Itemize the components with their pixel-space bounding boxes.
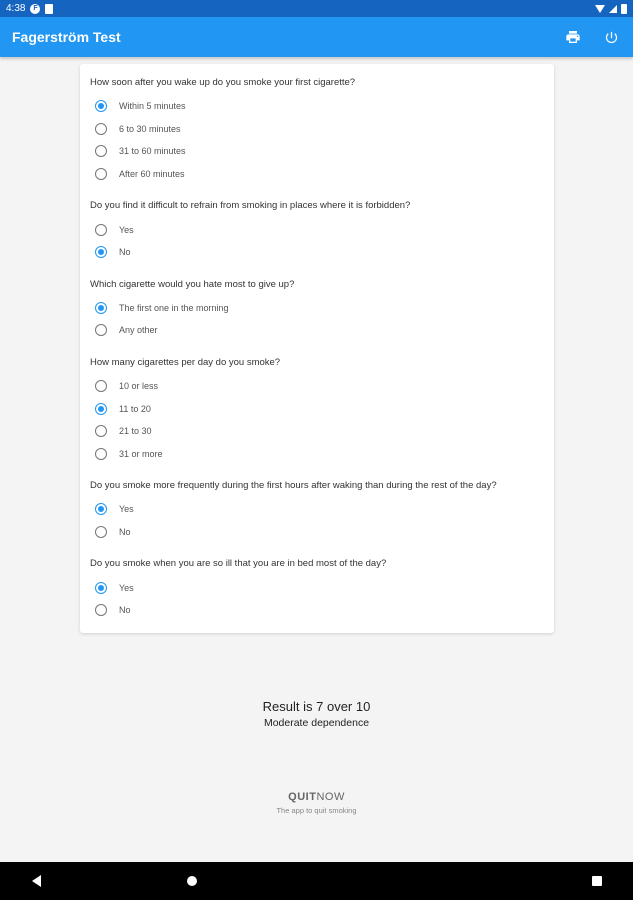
radio-unchecked-icon[interactable] — [95, 425, 107, 438]
option-label: 10 or less — [119, 381, 159, 392]
option-label: 31 or more — [119, 448, 163, 459]
question-group: Which cigarette would you hate most to g… — [90, 278, 544, 342]
radio-checked-icon[interactable] — [95, 301, 107, 314]
question-text: Do you smoke when you are so ill that yo… — [90, 558, 387, 570]
radio-option[interactable]: The first one in the morning — [90, 297, 544, 320]
option-label: After 60 minutes — [119, 169, 185, 180]
option-label: 6 to 30 minutes — [119, 123, 181, 134]
option-label: Yes — [119, 582, 134, 593]
option-label: No — [119, 605, 131, 616]
result-section: Result is 7 over 10 Moderate dependence — [0, 698, 633, 729]
print-button[interactable] — [563, 27, 583, 47]
radio-option[interactable]: 31 to 60 minutes — [90, 140, 544, 163]
app-actions — [563, 27, 621, 47]
reset-button[interactable] — [601, 27, 621, 47]
option-label: No — [119, 247, 131, 258]
option-label: 11 to 20 — [119, 403, 151, 414]
question-group: How many cigarettes per day do you smoke… — [90, 356, 544, 465]
option-label: No — [119, 527, 131, 538]
status-bar-left: 4:38 F — [6, 3, 54, 14]
radio-unchecked-icon[interactable] — [95, 324, 107, 337]
radio-option[interactable]: Yes — [90, 576, 544, 599]
status-bar-right — [595, 3, 627, 14]
result-level: Moderate dependence — [263, 717, 370, 729]
cell-signal-icon — [609, 4, 617, 13]
app-notification-icon: F — [30, 3, 41, 14]
option-label: 21 to 30 — [119, 426, 152, 437]
radio-option[interactable]: No — [90, 599, 544, 622]
battery-icon — [621, 3, 627, 14]
radio-unchecked-icon[interactable] — [95, 380, 107, 393]
question-group: How soon after you wake up do you smoke … — [90, 76, 544, 185]
option-label: Any other — [119, 325, 158, 336]
home-button[interactable] — [184, 873, 200, 889]
radio-option[interactable]: 31 or more — [90, 443, 544, 466]
radio-checked-icon[interactable] — [95, 581, 107, 594]
radio-option[interactable]: Yes — [90, 218, 544, 241]
question-text: Which cigarette would you hate most to g… — [90, 278, 295, 290]
radio-option[interactable]: No — [90, 241, 544, 264]
radio-option[interactable]: Within 5 minutes — [90, 95, 544, 118]
back-button[interactable] — [28, 873, 44, 889]
reset-icon — [605, 31, 617, 43]
status-bar: 4:38 F — [0, 0, 633, 17]
question-text: Do you smoke more frequently during the … — [90, 480, 497, 492]
radio-checked-icon[interactable] — [95, 246, 107, 259]
home-icon — [186, 876, 197, 886]
radio-checked-icon[interactable] — [95, 100, 107, 113]
print-icon — [566, 31, 580, 43]
app-title: Fagerström Test — [12, 29, 121, 45]
status-time: 4:38 — [6, 3, 26, 14]
radio-unchecked-icon[interactable] — [95, 447, 107, 460]
radio-option[interactable]: 21 to 30 — [90, 420, 544, 443]
logo-bold-text: QUIT — [288, 791, 317, 803]
brand-tagline: The app to quit smoking — [276, 806, 357, 815]
question-group: Do you smoke more frequently during the … — [90, 479, 544, 543]
radio-option[interactable]: After 60 minutes — [90, 163, 544, 186]
question-group: Do you smoke when you are so ill that yo… — [90, 557, 544, 621]
option-label: Yes — [119, 504, 134, 515]
radio-option[interactable]: Any other — [90, 319, 544, 342]
radio-option[interactable]: 10 or less — [90, 375, 544, 398]
question-text: How soon after you wake up do you smoke … — [90, 77, 356, 88]
option-label: Within 5 minutes — [119, 101, 186, 112]
option-label: Yes — [119, 224, 134, 235]
radio-checked-icon[interactable] — [95, 402, 107, 415]
question-group: Do you find it difficult to refrain from… — [90, 199, 544, 263]
option-label: 31 to 60 minutes — [119, 146, 186, 157]
radio-option[interactable]: Yes — [90, 498, 544, 521]
radio-unchecked-icon[interactable] — [95, 604, 107, 617]
questionnaire-card: How soon after you wake up do you smoke … — [80, 64, 554, 633]
radio-unchecked-icon[interactable] — [95, 168, 107, 181]
quitnow-logo: QUITNOW — [0, 791, 633, 803]
radio-unchecked-icon[interactable] — [95, 223, 107, 236]
radio-unchecked-icon[interactable] — [95, 526, 107, 539]
brand-footer: QUITNOW The app to quit smoking — [0, 791, 633, 815]
option-label: The first one in the morning — [119, 302, 229, 313]
navigation-bar — [0, 862, 633, 900]
recent-apps-button[interactable] — [589, 873, 605, 889]
wifi-icon — [595, 4, 605, 13]
app-bar: Fagerström Test — [0, 17, 633, 57]
document-icon — [45, 3, 54, 14]
question-text: How many cigarettes per day do you smoke… — [90, 356, 281, 368]
radio-option[interactable]: 11 to 20 — [90, 397, 544, 420]
result-score: Result is 7 over 10 — [262, 699, 371, 714]
radio-option[interactable]: 6 to 30 minutes — [90, 118, 544, 141]
back-icon — [31, 875, 41, 887]
radio-option[interactable]: No — [90, 521, 544, 544]
radio-checked-icon[interactable] — [95, 503, 107, 516]
logo-light-text: NOW — [316, 791, 345, 803]
radio-unchecked-icon[interactable] — [95, 122, 107, 135]
recent-apps-icon — [592, 876, 602, 886]
radio-unchecked-icon[interactable] — [95, 145, 107, 158]
question-text: Do you find it difficult to refrain from… — [90, 200, 411, 212]
